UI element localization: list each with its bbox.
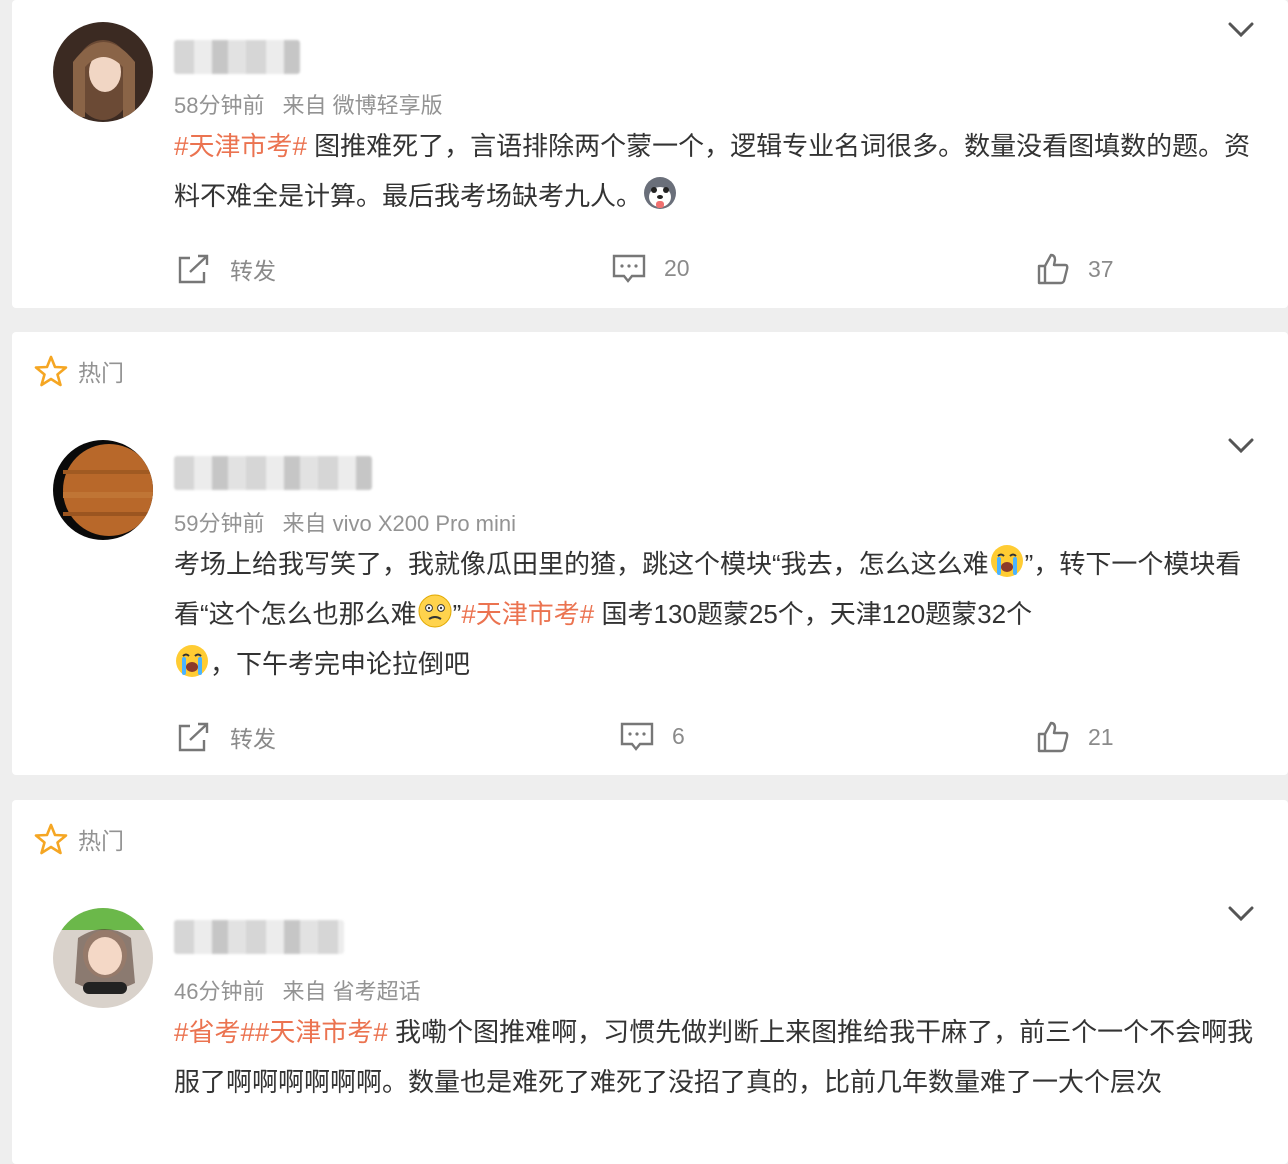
post-meta: 58分钟前 来自 微博轻享版	[174, 88, 443, 120]
chevron-down-icon[interactable]	[1228, 22, 1254, 38]
post-meta: 46分钟前 来自 省考超话	[174, 974, 421, 1006]
post-content: 考场上给我写笑了，我就像瓜田里的猹，跳这个模块“我去，怎么这么难 ”，转下一个模块…	[174, 539, 1259, 689]
post-source: 来自 微博轻享版	[282, 93, 443, 118]
repost-icon	[178, 722, 209, 752]
crying-emoji	[176, 645, 208, 677]
like-icon	[1037, 721, 1069, 753]
avatar[interactable]	[53, 22, 153, 122]
post-source: 来自 省考超话	[282, 979, 421, 1004]
post-content: #省考##天津市考# 我嘞个图推难啊，习惯先做判断上来图推给我干麻了，前三个一个…	[174, 1007, 1259, 1107]
post-text: 考场上给我写笑了，我就像瓜田里的猹，跳这个模块“我去，怎么这么难	[174, 549, 989, 579]
chevron-down-icon[interactable]	[1228, 906, 1254, 922]
username-blurred[interactable]	[174, 920, 344, 954]
comment-button[interactable]: 20	[612, 252, 690, 284]
topic-tag[interactable]: #省考##天津市考#	[174, 1017, 388, 1047]
username-blurred[interactable]	[174, 40, 300, 74]
post-card: 热门 46分钟前 来自 省考超话 #省考##天津市考# 我嘞个图推难啊，习惯先做判…	[12, 800, 1288, 1164]
repost-button[interactable]: 转发	[176, 252, 276, 286]
repost-button[interactable]: 转发	[176, 720, 276, 754]
username-blurred[interactable]	[174, 456, 372, 490]
like-button[interactable]: 21	[1036, 720, 1114, 754]
post-source: 来自 vivo X200 Pro mini	[282, 511, 517, 536]
post-time: 46分钟前	[174, 979, 265, 1004]
crying-emoji	[990, 545, 1023, 577]
comment-count: 6	[672, 722, 685, 749]
like-count: 21	[1088, 723, 1114, 750]
topic-tag[interactable]: #天津市考#	[174, 131, 307, 161]
comment-count: 20	[664, 254, 690, 281]
post-content: #天津市考# 图推难死了，言语排除两个蒙一个，逻辑专业名词很多。数量没看图填数的…	[174, 121, 1259, 221]
like-button[interactable]: 37	[1036, 252, 1114, 286]
hot-label: 热门	[78, 360, 124, 386]
post-text: 图推难死了，言语排除两个蒙一个，逻辑专业名词很多。数量没看图填数的题。资料不难全…	[174, 131, 1251, 211]
post-text: 国考130题蒙25个，天津120题蒙32个	[594, 599, 1033, 629]
hot-badge: 热门	[34, 354, 124, 388]
post-card: 58分钟前 来自 微博轻享版 #天津市考# 图推难死了，言语排除两个蒙一个，逻辑专…	[12, 0, 1288, 308]
speechless-emoji	[418, 594, 452, 628]
chevron-down-icon[interactable]	[1228, 438, 1254, 454]
avatar[interactable]	[53, 440, 153, 540]
post-time: 59分钟前	[174, 511, 265, 536]
repost-icon	[178, 254, 209, 284]
post-meta: 59分钟前 来自 vivo X200 Pro mini	[174, 506, 516, 538]
hot-star-icon	[34, 823, 68, 855]
repost-label: 转发	[230, 258, 276, 284]
repost-label: 转发	[230, 726, 276, 752]
comment-button[interactable]: 6	[620, 720, 685, 752]
husky-emoji	[644, 177, 677, 209]
hot-badge: 热门	[34, 822, 124, 856]
topic-tag[interactable]: #天津市考#	[461, 599, 594, 629]
hot-label: 热门	[78, 828, 124, 854]
hot-star-icon	[34, 355, 68, 387]
post-card: 热门 59分钟前 来自 vivo X200 Pro mini 考场上给我写笑了，我…	[12, 332, 1288, 775]
avatar[interactable]	[53, 908, 153, 1008]
post-time: 58分钟前	[174, 93, 265, 118]
post-text: ，下午考完申论拉倒吧	[210, 649, 471, 679]
comment-icon	[612, 254, 646, 283]
like-count: 37	[1088, 255, 1114, 282]
comment-icon	[620, 722, 654, 751]
like-icon	[1037, 253, 1069, 285]
